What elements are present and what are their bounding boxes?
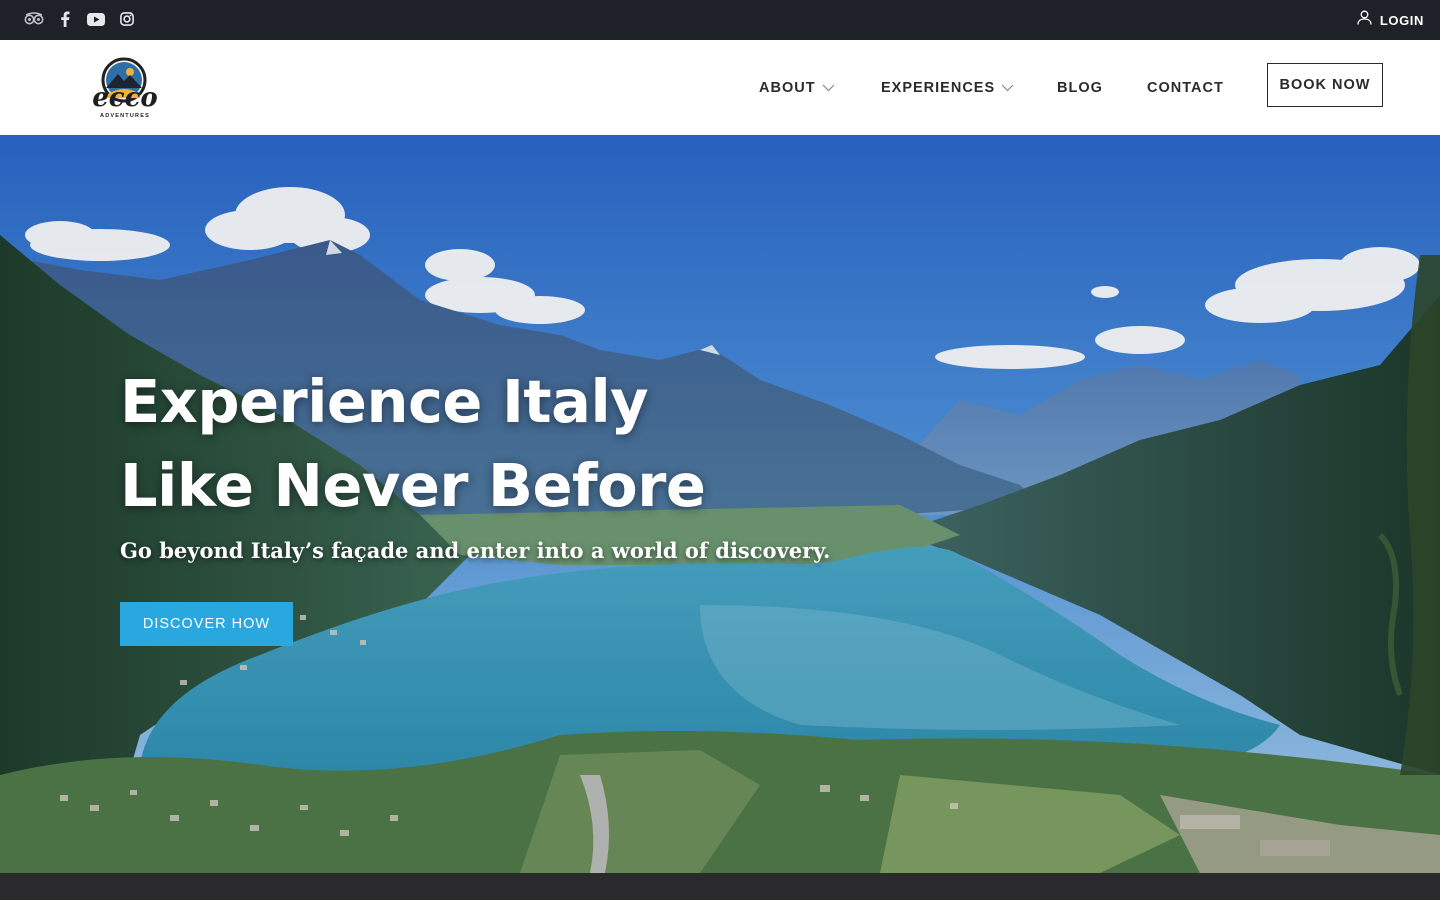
chevron-down-icon [822,79,835,97]
discover-how-label: DISCOVER HOW [142,616,271,632]
nav-blog-label: BLOG [1057,80,1103,96]
site-logo[interactable]: ecco ADVENTURES [88,54,162,122]
login-link[interactable]: LOGIN [1357,10,1424,30]
hero-headline: Experience Italy Like Never Before [120,360,706,528]
nav-about[interactable]: ABOUT [759,78,835,98]
logo-wordmark: ecco [92,83,158,113]
nav-about-label: ABOUT [759,80,816,96]
book-now-button[interactable]: BOOK NOW [1267,63,1383,107]
login-label: LOGIN [1379,12,1424,28]
discover-how-button[interactable]: DISCOVER HOW [120,602,293,646]
hero-headline-line-2: Like Never Before [120,451,706,520]
nav-contact[interactable]: CONTACT [1147,78,1224,98]
nav-experiences[interactable]: EXPERIENCES [881,78,1014,98]
tripadvisor-icon[interactable] [24,9,44,29]
site-header: ecco ADVENTURES ABOUT EXPERIENCES BLOG C… [0,40,1440,135]
user-icon [1357,10,1372,30]
facebook-icon[interactable] [55,9,75,29]
youtube-icon[interactable] [86,9,106,29]
nav-contact-label: CONTACT [1147,80,1224,96]
instagram-icon[interactable] [117,9,137,29]
nav-experiences-label: EXPERIENCES [881,80,996,96]
top-bar: LOGIN [0,0,1440,40]
chevron-down-icon [1001,79,1014,97]
logo-subtext: ADVENTURES [100,113,150,119]
hero-section: Experience Italy Like Never Before Go be… [0,135,1440,873]
hero-headline-line-1: Experience Italy [120,367,649,436]
nav-blog[interactable]: BLOG [1057,78,1103,98]
bottom-strip [0,873,1440,900]
hero-subheadline: Go beyond Italy’s façade and enter into … [120,538,831,563]
book-now-label: BOOK NOW [1279,77,1371,93]
